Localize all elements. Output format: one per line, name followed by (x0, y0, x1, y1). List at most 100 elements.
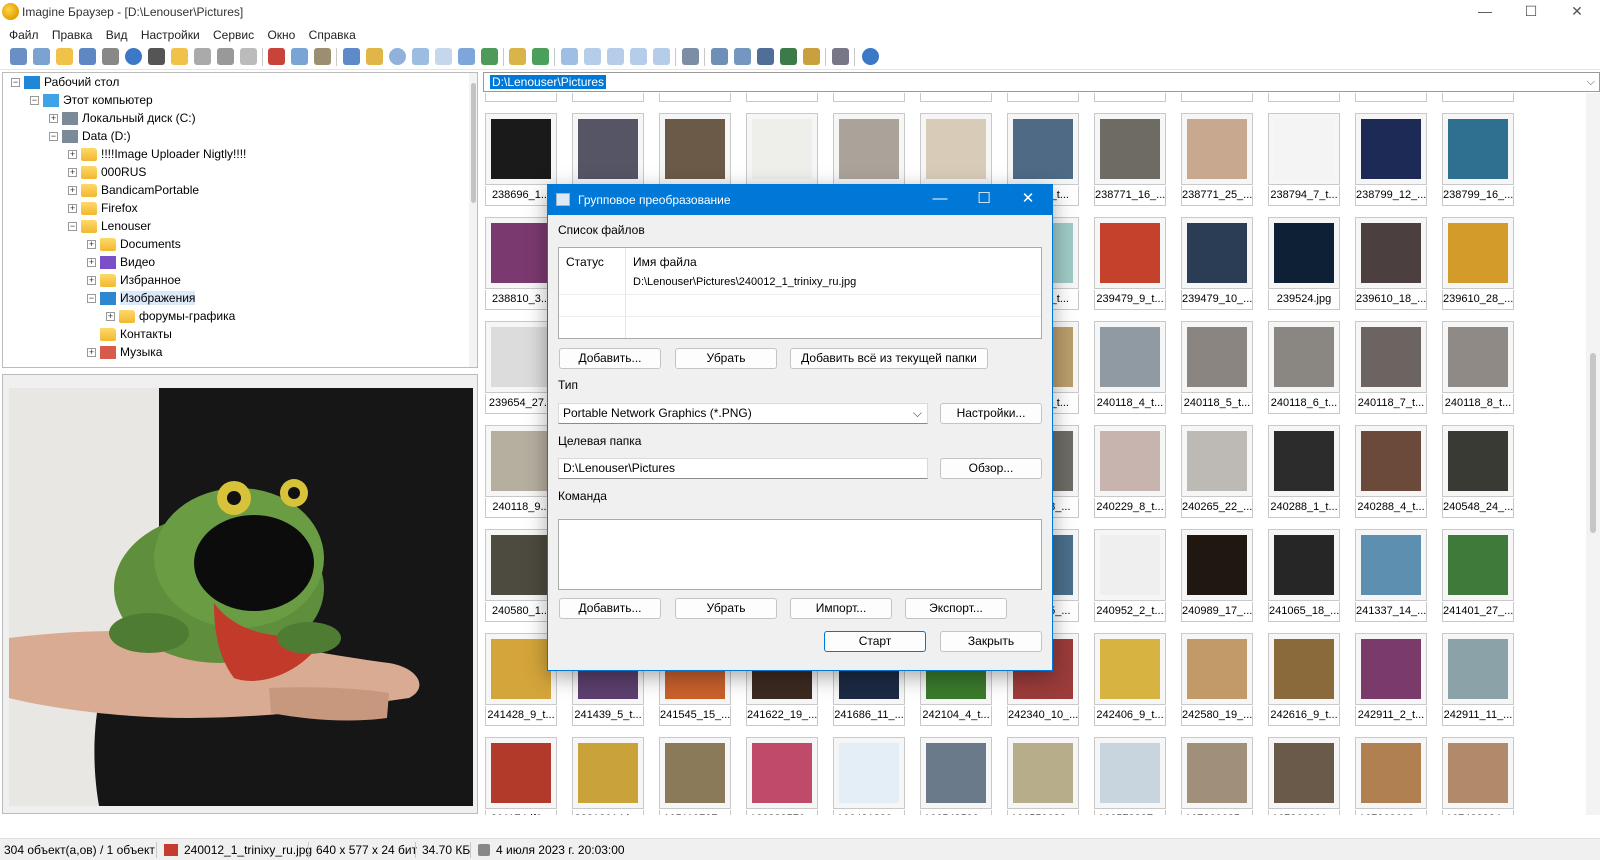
paste-icon[interactable] (314, 48, 331, 65)
properties-icon[interactable] (125, 48, 142, 65)
start-button[interactable]: Старт (824, 631, 926, 652)
thumbnail-cell[interactable]: 241065_18_... (1268, 529, 1340, 623)
menu-window[interactable]: Окно (262, 25, 300, 45)
thumbnail-cell[interactable]: 241337_14_... (1355, 529, 1427, 623)
expand-toggle-icon[interactable]: − (11, 78, 20, 88)
expand-toggle-icon[interactable]: − (68, 222, 77, 232)
thumbnail-cell[interactable]: 166481330... (833, 737, 905, 815)
thumbnail-cell[interactable]: 240229_8_t... (1094, 425, 1166, 519)
type-select[interactable]: Portable Network Graphics (*.PNG) ⌵ (558, 403, 928, 424)
tree-item[interactable]: + Музыка (87, 343, 162, 361)
new-folder-icon[interactable] (171, 48, 188, 65)
thumbnail-cell[interactable]: 242580_19_... (1181, 633, 1253, 727)
thumbnail-cell[interactable]: 201174df0... (485, 737, 557, 815)
rename-icon[interactable] (194, 48, 211, 65)
cut-icon[interactable] (268, 48, 285, 65)
list-view-icon[interactable] (607, 48, 624, 65)
thumbnail-cell[interactable]: 166548599... (920, 737, 992, 815)
grid-scrollbar[interactable] (1586, 93, 1600, 815)
thumbnail-cell[interactable] (1181, 93, 1253, 103)
browser-view-icon[interactable] (343, 48, 360, 65)
thumbnail-cell[interactable]: 240118_7_t... (1355, 321, 1427, 415)
expand-toggle-icon[interactable]: + (87, 258, 96, 268)
thumbnail-cell[interactable] (833, 93, 905, 103)
minimize-button[interactable]: — (1462, 0, 1508, 24)
tree-item[interactable]: + Избранное (87, 271, 181, 289)
add-command-button[interactable]: Добавить... (559, 598, 661, 619)
tree-item[interactable]: + форумы-графика (106, 307, 235, 325)
close-dialog-button[interactable]: Закрыть (940, 631, 1042, 652)
thumbnail-cell[interactable]: 238771_16_... (1094, 113, 1166, 207)
address-dropdown-icon[interactable]: ⌵ (1587, 73, 1595, 91)
menu-view[interactable]: Вид (101, 25, 133, 45)
tree-item[interactable]: + Локальный диск (C:) (49, 109, 196, 127)
info-pane-icon[interactable] (412, 48, 429, 65)
dialog-close-button[interactable]: ✕ (1006, 185, 1050, 215)
options-icon[interactable] (832, 48, 849, 65)
add-file-button[interactable]: Добавить... (559, 348, 661, 369)
thumbnail-cell[interactable]: 239479_10_... (1181, 217, 1253, 311)
thumbnail-cell[interactable]: 239610_28_... (1442, 217, 1514, 311)
thumbnail-cell[interactable]: 239479_9_t... (1094, 217, 1166, 311)
tree-item[interactable]: Контакты (87, 325, 172, 343)
clock-icon[interactable] (389, 48, 406, 65)
thumbnail-cell[interactable]: 165119787... (659, 737, 731, 815)
thumbnail-cell[interactable] (920, 93, 992, 103)
screen-capture-icon[interactable] (780, 48, 797, 65)
menu-settings[interactable]: Настройки (136, 25, 205, 45)
expand-toggle-icon[interactable]: + (68, 150, 77, 160)
file-list[interactable]: Статус Имя файла D:\Lenouser\Pictures\24… (558, 247, 1042, 339)
export-button[interactable]: Экспорт... (905, 598, 1007, 619)
thumbnail-cell[interactable]: 240118_5_t... (1181, 321, 1253, 415)
thumbnail-cell[interactable]: 239524.jpg (1268, 217, 1340, 311)
tree-item[interactable]: − Изображения (87, 289, 196, 307)
grid-icon[interactable] (435, 48, 452, 65)
menu-help[interactable]: Справка (304, 25, 361, 45)
dialog-minimize-button[interactable]: — (918, 185, 962, 215)
thumbnails-view-icon[interactable] (561, 48, 578, 65)
batch-rename-icon[interactable] (734, 48, 751, 65)
expand-toggle-icon[interactable]: + (106, 312, 115, 322)
slideshow-icon[interactable] (33, 48, 50, 65)
folder-tree[interactable]: − Рабочий стол − Этот компьютер + Локальный д… (2, 72, 478, 368)
remove-command-button[interactable]: Убрать (675, 598, 777, 619)
save-icon[interactable] (79, 48, 96, 65)
thumbnail-cell[interactable]: 238799_16_... (1442, 113, 1514, 207)
settings-button[interactable]: Настройки... (940, 403, 1042, 424)
thumbnail-cell[interactable]: 242911_2_t... (1355, 633, 1427, 727)
thumbnail-cell[interactable]: 167360601... (1268, 737, 1340, 815)
tree-item[interactable]: + BandicamPortable (68, 181, 199, 199)
thumbnail-cell[interactable]: 239610_18_... (1355, 217, 1427, 311)
preview-pane-icon[interactable] (458, 48, 475, 65)
refresh-icon[interactable] (240, 48, 257, 65)
tree-item[interactable]: + Documents (87, 235, 181, 253)
edit-icon[interactable] (803, 48, 820, 65)
expand-toggle-icon[interactable]: + (68, 186, 77, 196)
tree-item[interactable]: − Рабочий стол (11, 73, 119, 91)
thumbnail-cell[interactable]: 240288_1_t... (1268, 425, 1340, 519)
thumbnail-cell[interactable]: 240989_17_... (1181, 529, 1253, 623)
thumbnail-cell[interactable] (1268, 93, 1340, 103)
sync-icon[interactable] (532, 48, 549, 65)
address-path[interactable]: D:\Lenouser\Pictures (490, 75, 607, 89)
thumbnail-cell[interactable]: 241401_27_... (1442, 529, 1514, 623)
tree-item[interactable]: + Firefox (68, 199, 138, 217)
tree-item[interactable]: − Этот компьютер (30, 91, 153, 109)
thumbnail-cell[interactable]: 242616_9_t... (1268, 633, 1340, 727)
thumbnail-cell[interactable]: 238799_12_... (1355, 113, 1427, 207)
thumbnail-cell[interactable]: 166559082... (1007, 737, 1079, 815)
open-icon[interactable] (56, 48, 73, 65)
tiles-view-icon[interactable] (653, 48, 670, 65)
thumbnail-cell[interactable]: 240288_4_t... (1355, 425, 1427, 519)
maximize-button[interactable]: ☐ (1508, 0, 1554, 24)
thumbnail-cell[interactable]: 167360603... (1355, 737, 1427, 815)
expand-toggle-icon[interactable]: + (87, 276, 96, 286)
tree-item[interactable]: − Data (D:) (49, 127, 131, 145)
expand-toggle-icon[interactable]: − (87, 294, 96, 304)
tree-item[interactable]: +000RUS (68, 163, 146, 181)
close-window-button[interactable]: ✕ (1554, 0, 1600, 24)
thumbnail-cell[interactable]: 242406_9_t... (1094, 633, 1166, 727)
tools-icon[interactable] (682, 48, 699, 65)
browse-button[interactable]: Обзор... (940, 458, 1042, 479)
thumbnail-cell[interactable] (1007, 93, 1079, 103)
